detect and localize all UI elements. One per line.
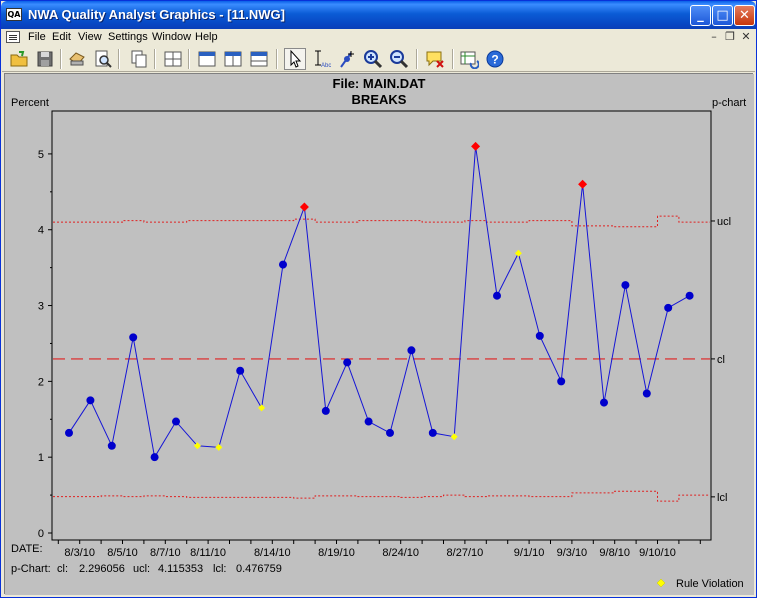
stats-cl-label: cl:	[57, 563, 68, 575]
x-tick-label: 9/1/10	[514, 547, 545, 559]
print-preview-icon[interactable]	[92, 48, 114, 70]
data-point	[428, 428, 437, 437]
save-disk-icon[interactable]	[34, 48, 56, 70]
clear-annotation-icon[interactable]	[424, 48, 446, 70]
data-point	[129, 333, 138, 342]
close-button[interactable]: ✕	[734, 5, 755, 26]
y-tick-label: 2	[38, 376, 44, 388]
svg-text:?: ?	[491, 53, 498, 67]
data-point	[557, 377, 566, 386]
stats-lcl-label: lcl:	[213, 563, 226, 575]
app-icon[interactable]: QA	[6, 8, 22, 21]
menu-settings[interactable]: Settings	[108, 31, 148, 43]
single-chart-icon[interactable]	[196, 48, 218, 70]
y-axis-label: Percent	[11, 97, 49, 109]
x-tick-label: 9/8/10	[599, 547, 630, 559]
menu-help[interactable]: Help	[195, 31, 218, 43]
x-tick-label: 9/3/10	[557, 547, 588, 559]
data-point	[321, 406, 330, 415]
data-point	[364, 417, 373, 426]
data-point	[600, 398, 608, 407]
zoom-in-icon[interactable]	[362, 48, 384, 70]
app-window: QA NWA Quality Analyst Graphics - [11.NW…	[0, 0, 757, 598]
legend-label: Rule Violation	[676, 578, 744, 590]
data-point	[343, 358, 352, 367]
grid-layout-icon[interactable]	[162, 48, 184, 70]
zoom-out-icon[interactable]	[388, 48, 410, 70]
chart-subtitle: BREAKS	[352, 92, 407, 107]
data-point	[386, 428, 394, 437]
stats-ucl-label: ucl:	[133, 563, 150, 575]
menu-window[interactable]: Window	[152, 31, 191, 43]
mdi-minimize-button[interactable]: –	[707, 30, 721, 44]
chart-kind-label: p-chart	[712, 97, 746, 109]
x-tick-label: 8/7/10	[150, 547, 181, 559]
data-point	[535, 331, 544, 340]
x-tick-label: 8/11/10	[190, 547, 226, 559]
menu-view[interactable]: View	[78, 31, 102, 43]
lcl-label: lcl	[717, 492, 727, 504]
toolbar: Abc ?	[2, 46, 755, 72]
copy-icon[interactable]	[128, 48, 150, 70]
data-point	[172, 417, 180, 426]
chart-title: File: MAIN.DAT	[333, 76, 426, 91]
maximize-button[interactable]: □	[712, 5, 733, 26]
x-tick-label: 9/10/10	[639, 547, 676, 559]
text-annotation-icon[interactable]: Abc	[310, 48, 332, 70]
open-folder-icon[interactable]	[8, 48, 30, 70]
chart-window: File: MAIN.DAT BREAKS Percent p-chart 0 1…	[4, 73, 754, 595]
print-icon[interactable]	[66, 48, 88, 70]
data-point	[279, 260, 287, 269]
stats-cl-value: 2.296056	[79, 563, 125, 575]
x-tick-label: 8/3/10	[64, 547, 95, 559]
data-point	[150, 453, 159, 462]
window-title: NWA Quality Analyst Graphics - [11.NWG]	[28, 7, 285, 22]
y-tick-label: 5	[38, 149, 44, 161]
x-tick-label: 8/24/10	[382, 547, 419, 559]
data-point	[664, 303, 673, 312]
stats-lcl-value: 0.476759	[236, 563, 282, 575]
x-tick-label: 8/14/10	[254, 547, 291, 559]
data-point	[493, 291, 501, 300]
data-point	[236, 366, 245, 375]
x-tick-label: 8/5/10	[107, 547, 138, 559]
cl-label: cl	[717, 354, 725, 366]
split-vertical-icon[interactable]	[222, 48, 244, 70]
data-point	[86, 396, 95, 405]
x-tick-label: 8/27/10	[447, 547, 484, 559]
p-chart: File: MAIN.DAT BREAKS Percent p-chart 0 1…	[5, 74, 754, 595]
data-point	[685, 291, 694, 300]
menu-file[interactable]: File	[28, 31, 46, 43]
y-tick-label: 3	[38, 301, 44, 313]
stats-prefix: p-Chart:	[11, 563, 51, 575]
point-marker-icon[interactable]	[336, 48, 358, 70]
svg-text:Abc: Abc	[321, 63, 331, 69]
chart-background	[5, 74, 754, 595]
mdi-close-button[interactable]: ✕	[739, 30, 753, 44]
x-tick-label: 8/19/10	[318, 547, 355, 559]
pointer-icon[interactable]	[284, 48, 306, 70]
data-point	[407, 346, 416, 355]
menu-edit[interactable]: Edit	[52, 31, 71, 43]
ucl-label: ucl	[717, 216, 731, 228]
mdi-restore-button[interactable]: ❐	[723, 30, 737, 44]
split-horizontal-icon[interactable]	[248, 48, 270, 70]
menu-bar: File Edit View Settings Window Help – ❐ …	[2, 29, 755, 46]
data-point	[107, 441, 116, 450]
document-icon[interactable]	[6, 31, 20, 43]
help-icon[interactable]: ?	[484, 48, 506, 70]
refresh-data-icon[interactable]	[458, 48, 480, 70]
x-axis-label: DATE:	[11, 543, 43, 555]
y-tick-label: 0	[38, 528, 44, 540]
y-tick-label: 4	[38, 225, 44, 237]
data-point	[65, 428, 73, 437]
data-point	[621, 281, 630, 290]
data-point	[642, 389, 651, 398]
y-tick-label: 1	[38, 452, 44, 464]
title-bar[interactable]: QA NWA Quality Analyst Graphics - [11.NW…	[1, 1, 756, 29]
stats-ucl-value: 4.115353	[158, 563, 203, 575]
minimize-button[interactable]: _	[690, 5, 711, 26]
